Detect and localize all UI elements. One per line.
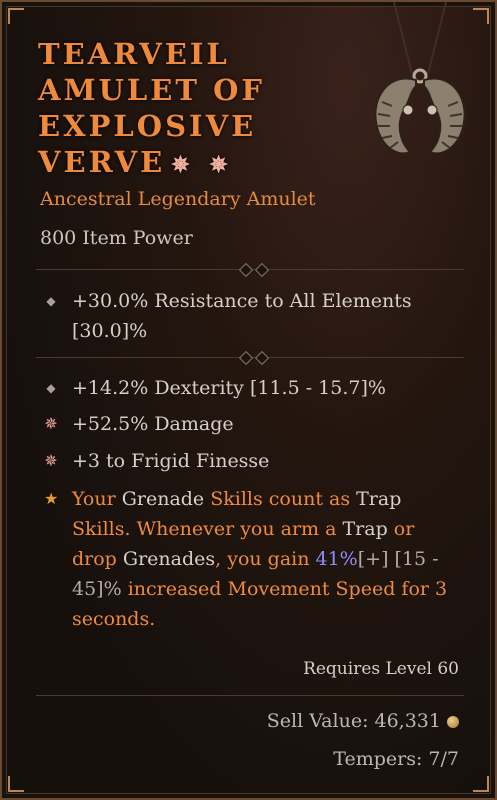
sell-value: Sell Value: 46,331 — [267, 710, 459, 732]
diamond-icon: ◆ — [46, 294, 56, 308]
greater-affix-icon: ✵ — [44, 414, 58, 433]
affix-text: +52.5% Damage — [72, 413, 234, 435]
affix-row: ✵ +52.5% Damage — [44, 409, 464, 439]
tempers-count: Tempers: 7/7 — [333, 748, 459, 770]
item-tooltip: Tearveil Amulet of Explosive Verve ✵ ✵ An… — [0, 0, 497, 800]
divider — [36, 350, 464, 366]
level-requirement: Requires Level 60 — [303, 659, 459, 679]
sell-value-text: Sell Value: 46,331 — [266, 710, 441, 732]
affix-text: +14.2% Dexterity [11.5 - 15.7]% — [72, 377, 386, 399]
affix-row: ✵ +3 to Frigid Finesse — [44, 446, 464, 476]
legendary-line: 45]% increased Movement Speed for 3 — [72, 578, 448, 600]
implicit-stat-text: +30.0% Resistance to All Elements — [72, 290, 412, 312]
diamond-icon: ◆ — [46, 381, 56, 395]
burst-socket-icon: ✵ ✵ — [171, 152, 234, 178]
item-power: 800 Item Power — [40, 227, 193, 249]
legendary-line: seconds. — [72, 608, 156, 630]
item-type: Ancestral Legendary Amulet — [40, 188, 316, 210]
legendary-line: Skills. Whenever you arm a Trap or — [72, 518, 415, 540]
frame-corner — [8, 8, 24, 24]
affix-text: +3 to Frigid Finesse — [72, 450, 270, 472]
item-name-line: Tearveil — [38, 37, 230, 71]
greater-affix-icon: ✵ — [44, 451, 58, 470]
item-name-line: Explosive — [38, 109, 257, 143]
item-name-line: Amulet of — [38, 73, 265, 107]
item-name: Tearveil Amulet of Explosive Verve ✵ ✵ — [38, 36, 368, 183]
legendary-power: ★ Your Grenade Skills count as Trap Skil… — [44, 484, 474, 634]
legendary-line: Your Grenade Skills count as Trap — [72, 488, 402, 510]
implicit-stat-range: [30.0]% — [72, 320, 148, 342]
affix-row: ◆ +14.2% Dexterity [11.5 - 15.7]% — [44, 373, 464, 403]
frame-corner — [8, 776, 24, 792]
item-name-line: Verve ✵ ✵ — [38, 144, 368, 183]
implicit-stat: ◆ +30.0% Resistance to All Elements [30.… — [44, 286, 464, 346]
amulet-icon — [374, 2, 466, 155]
divider — [36, 690, 464, 702]
legendary-line: drop Grenades, you gain 41%[+] [15 - — [72, 548, 439, 570]
frame-corner — [473, 776, 489, 792]
divider — [36, 262, 464, 278]
item-name-word: Verve — [38, 145, 166, 179]
legendary-star-icon: ★ — [44, 489, 59, 508]
gold-coin-icon — [447, 716, 459, 728]
